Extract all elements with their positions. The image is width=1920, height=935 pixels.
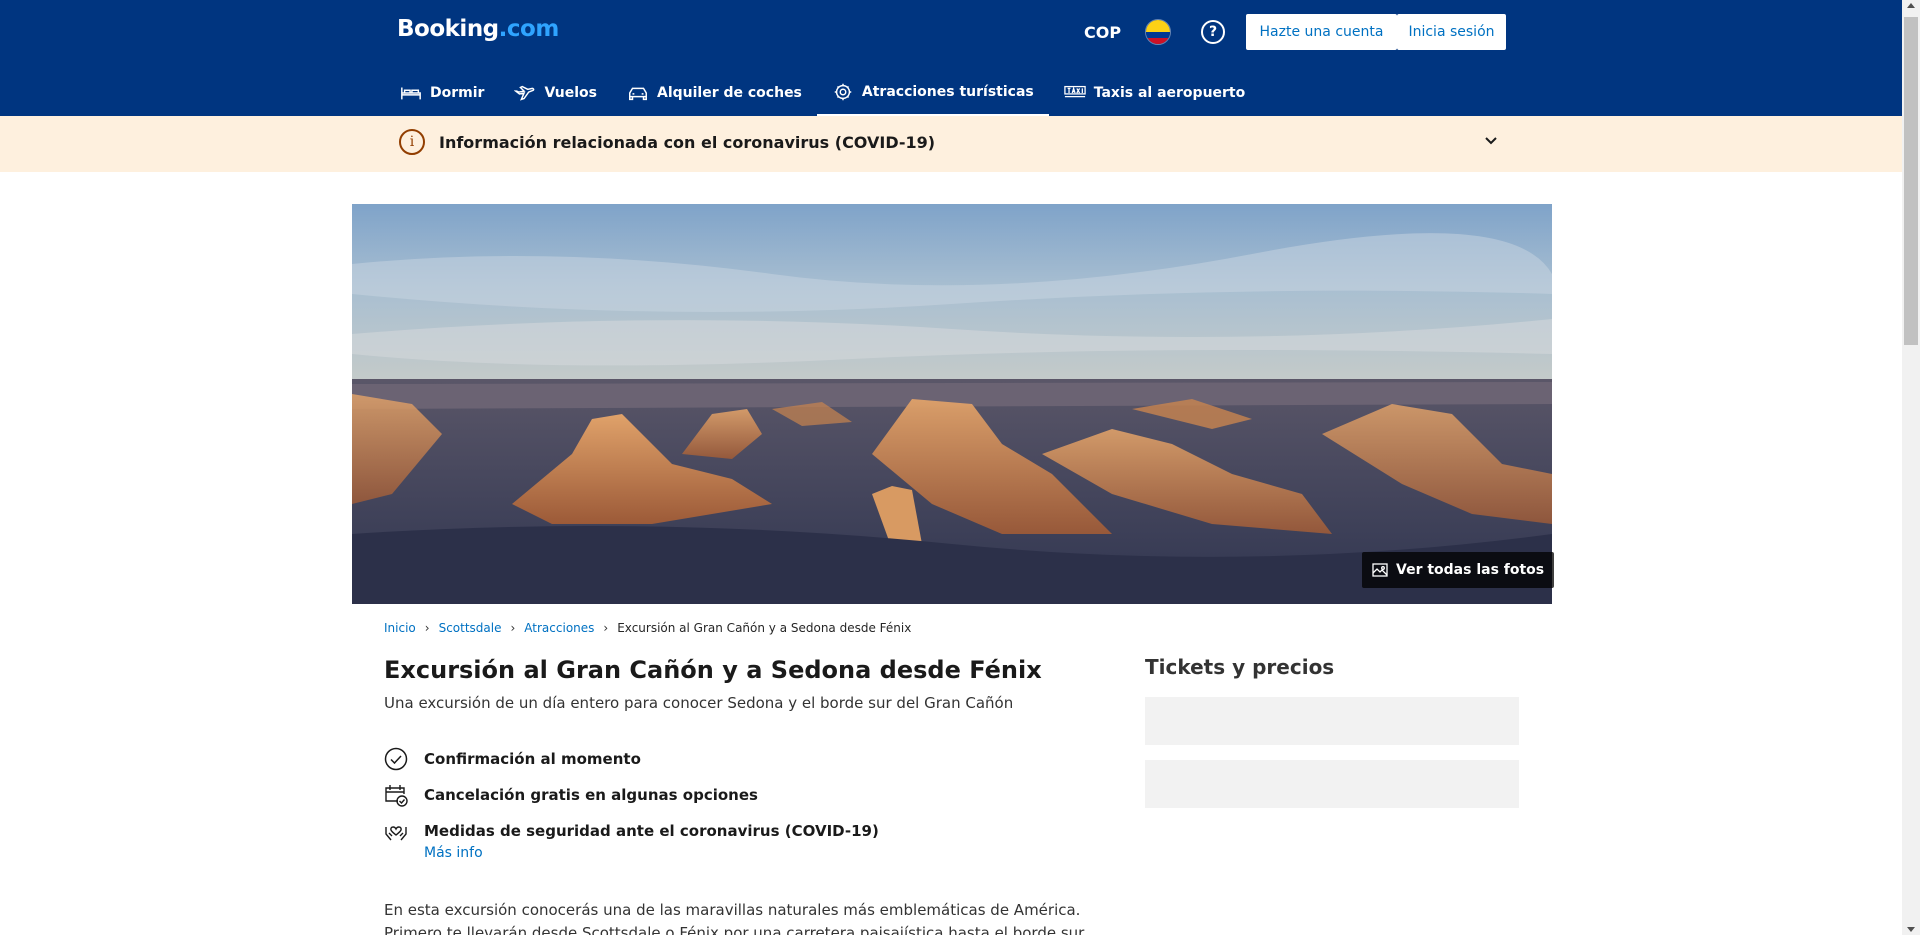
nav-item-stays[interactable]: Dormir [385, 70, 499, 116]
feature-label: Confirmación al momento [424, 750, 641, 768]
taxi-icon [1064, 85, 1086, 98]
breadcrumb-scottsdale[interactable]: Scottsdale [439, 621, 502, 635]
feature-covid-safety: Medidas de seguridad ante el coronavirus… [384, 819, 879, 843]
breadcrumb-current: Excursión al Gran Cañón y a Sedona desde… [617, 621, 912, 635]
breadcrumb-attractions[interactable]: Atracciones [524, 621, 594, 635]
breadcrumb: Inicio › Scottsdale › Atracciones › Excu… [384, 621, 911, 635]
nav-item-label: Dormir [430, 85, 485, 101]
nav-item-attractions[interactable]: Atracciones turísticas [816, 70, 1049, 116]
scroll-down-icon[interactable] [1907, 927, 1915, 932]
nav-item-airport-taxis[interactable]: Taxis al aeropuerto [1049, 70, 1261, 116]
feature-instant-confirmation: Confirmación al momento [384, 747, 641, 771]
more-info-link[interactable]: Más info [424, 845, 483, 861]
booking-logo[interactable]: Booking.com [397, 16, 559, 42]
description-text: En esta excursión conocerás una de las m… [384, 901, 1085, 935]
car-icon [629, 87, 647, 101]
login-button[interactable]: Inicia sesión [1397, 14, 1506, 50]
language-flag-icon[interactable] [1145, 19, 1171, 45]
image-icon [1372, 563, 1388, 577]
ticket-loading-placeholder [1145, 760, 1519, 808]
currency-selector[interactable]: COP [1084, 23, 1121, 42]
scroll-up-icon[interactable] [1907, 3, 1915, 8]
scrollbar-thumb[interactable] [1904, 17, 1918, 345]
info-icon: i [399, 129, 425, 155]
covid-banner[interactable]: i Información relacionada con el coronav… [0, 116, 1902, 172]
bed-icon [401, 87, 421, 100]
view-all-photos-button[interactable]: Ver todas las fotos [1362, 552, 1555, 588]
view-all-photos-label: Ver todas las fotos [1396, 562, 1545, 578]
breadcrumb-separator: › [510, 621, 516, 635]
help-icon[interactable]: ? [1201, 20, 1225, 44]
feature-free-cancellation: Cancelación gratis en algunas opciones [384, 783, 758, 807]
nav-item-label: Atracciones turísticas [861, 84, 1034, 100]
nav-item-flights[interactable]: Vuelos [499, 70, 612, 116]
main-nav: Dormir Vuelos Alquiler de coches Atracci… [385, 70, 1260, 116]
nav-item-label: Alquiler de coches [657, 85, 802, 101]
breadcrumb-separator: › [424, 621, 430, 635]
breadcrumb-separator: › [603, 621, 609, 635]
attractions-icon [834, 83, 852, 101]
feature-label: Cancelación gratis en algunas opciones [424, 786, 758, 804]
nav-item-label: Taxis al aeropuerto [1093, 85, 1246, 101]
breadcrumb-home[interactable]: Inicio [384, 621, 416, 635]
site-header: Booking.com COP ? Hazte una cuenta Inici… [0, 0, 1902, 116]
ticket-loading-placeholder [1145, 697, 1519, 745]
tickets-prices-heading: Tickets y precios [1145, 655, 1335, 679]
plane-icon [514, 85, 535, 101]
covid-banner-text: Información relacionada con el coronavir… [439, 133, 936, 152]
heart-hands-icon [385, 826, 407, 841]
hero-image-grand-canyon[interactable] [352, 204, 1552, 604]
calendar-check-icon [385, 785, 408, 807]
register-button[interactable]: Hazte una cuenta [1246, 14, 1397, 50]
page-scrollbar[interactable] [1902, 0, 1920, 935]
page-subtitle: Una excursión de un día entero para cono… [384, 694, 1014, 712]
page-title: Excursión al Gran Cañón y a Sedona desde… [384, 656, 1042, 684]
checkmark-circle-icon [384, 747, 408, 771]
feature-label: Medidas de seguridad ante el coronavirus… [424, 822, 879, 840]
nav-item-car-rental[interactable]: Alquiler de coches [612, 70, 817, 116]
chevron-down-icon[interactable] [1483, 133, 1499, 149]
nav-item-label: Vuelos [544, 85, 597, 101]
